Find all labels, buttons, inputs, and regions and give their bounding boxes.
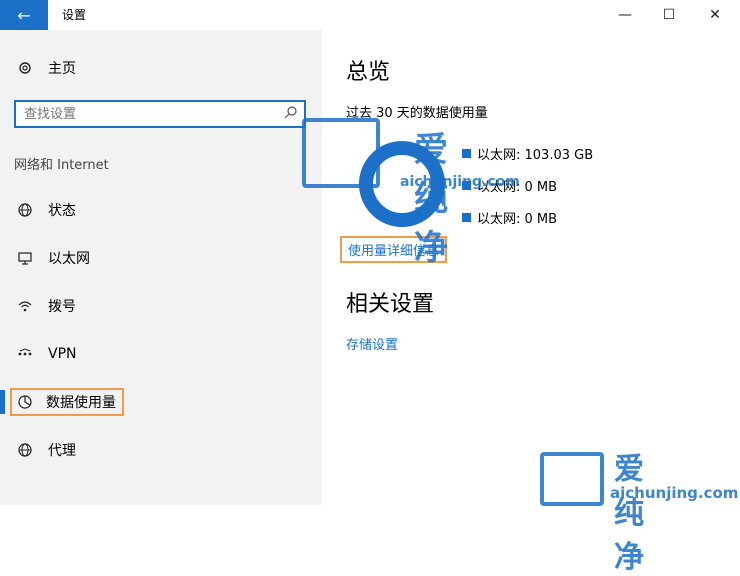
title-bar: ← 设置 — ☐ ✕ xyxy=(0,0,740,30)
related-settings-title: 相关设置 xyxy=(346,292,435,317)
vpn-icon xyxy=(16,346,34,362)
search-icon[interactable] xyxy=(284,105,298,123)
legend-swatch xyxy=(462,149,471,158)
sidebar-item-label: 状态 xyxy=(48,203,76,219)
watermark-url: aichunjing.com xyxy=(400,174,520,190)
sidebar: 主页 网络和 Internet 状态 以太网 拨号 VPN xyxy=(0,30,322,505)
watermark-box-icon xyxy=(540,452,604,506)
sidebar-item-label: 代理 xyxy=(48,443,76,459)
section-title: 网络和 Internet xyxy=(14,158,109,173)
back-button[interactable]: ← xyxy=(0,0,48,30)
data-usage-icon xyxy=(16,394,34,410)
watermark-url: aichunjing.com xyxy=(610,484,739,502)
sidebar-item-label: 以太网 xyxy=(48,251,90,267)
sidebar-item-label: 拨号 xyxy=(48,299,76,315)
sidebar-item-data-usage[interactable]: 数据使用量 xyxy=(10,388,124,416)
watermark-box-icon xyxy=(302,118,380,188)
maximize-button[interactable]: ☐ xyxy=(646,0,692,30)
maximize-icon: ☐ xyxy=(662,7,676,23)
watermark-text: 爱纯净 xyxy=(414,130,450,268)
sidebar-item-label: 数据使用量 xyxy=(46,395,116,411)
proxy-globe-icon xyxy=(16,442,34,458)
ethernet-icon xyxy=(16,250,34,266)
minimize-button[interactable]: — xyxy=(602,0,648,30)
page-title: 总览 xyxy=(346,60,391,85)
close-icon: ✕ xyxy=(709,7,721,23)
watermark-text: 爱纯净 xyxy=(614,452,646,575)
search-input[interactable] xyxy=(16,102,282,126)
storage-settings-link[interactable]: 存储设置 xyxy=(346,334,398,353)
usage-row-label: 以太网: 103.03 GB xyxy=(477,148,594,163)
legend-swatch xyxy=(462,213,471,222)
window-title: 设置 xyxy=(62,8,87,22)
sidebar-item-home[interactable]: 主页 xyxy=(16,58,76,78)
sidebar-item-status[interactable]: 状态 xyxy=(16,196,76,224)
active-indicator xyxy=(0,390,5,414)
sidebar-item-vpn[interactable]: VPN xyxy=(16,340,77,368)
sidebar-item-proxy[interactable]: 代理 xyxy=(16,436,76,464)
usage-row: 以太网: 0 MB xyxy=(462,208,557,227)
sidebar-item-label: VPN xyxy=(48,346,77,362)
sidebar-item-dialup[interactable]: 拨号 xyxy=(16,292,76,320)
usage-row: 以太网: 103.03 GB xyxy=(462,144,593,163)
back-arrow-icon: ← xyxy=(17,5,31,25)
sidebar-item-ethernet[interactable]: 以太网 xyxy=(16,244,90,272)
search-box[interactable] xyxy=(14,100,306,128)
main-panel: 总览 过去 30 天的数据使用量 以太网: 103.03 GB 以太网: 0 M… xyxy=(322,30,740,505)
usage-row-label: 以太网: 0 MB xyxy=(477,212,558,227)
highlight-box: 数据使用量 xyxy=(10,388,124,416)
dialup-icon xyxy=(16,298,34,314)
close-button[interactable]: ✕ xyxy=(692,0,738,30)
home-label: 主页 xyxy=(48,61,76,77)
minimize-icon: — xyxy=(618,7,632,23)
globe-status-icon xyxy=(16,202,34,218)
gear-icon xyxy=(16,60,34,76)
